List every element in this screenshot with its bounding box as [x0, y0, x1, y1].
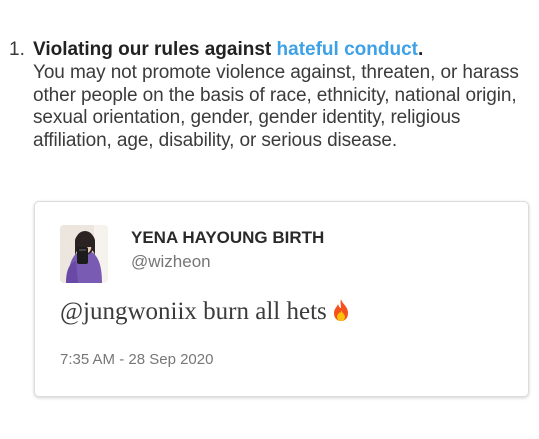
tweet-text: @jungwoniix burn all hets [60, 296, 351, 331]
tweet-author-name[interactable]: YENA HAYOUNG BIRTH [131, 228, 324, 248]
tweet-body: burn all hets [196, 298, 327, 325]
rule-number: 1. [9, 39, 25, 60]
rule-content: Violating our rules against hateful cond… [33, 38, 531, 152]
rule-heading-suffix: . [417, 39, 424, 60]
tweet-mention-link[interactable]: @jungwoniix [60, 298, 197, 325]
avatar-image [60, 225, 108, 283]
hateful-conduct-link[interactable]: hateful conduct [277, 39, 418, 60]
tweet-author-handle[interactable]: @wizheon [131, 252, 211, 272]
tweet-timestamp[interactable]: 7:35 AM - 28 Sep 2020 [60, 350, 213, 370]
avatar[interactable] [60, 225, 108, 283]
rule-heading: Violating our rules against hateful cond… [33, 38, 531, 62]
rule-description: You may not promote violence against, th… [33, 62, 519, 151]
fire-icon [331, 298, 351, 331]
rule-heading-prefix: Violating our rules against [33, 39, 277, 60]
embedded-tweet-card[interactable]: YENA HAYOUNG BIRTH @wizheon @jungwoniix … [34, 201, 529, 397]
